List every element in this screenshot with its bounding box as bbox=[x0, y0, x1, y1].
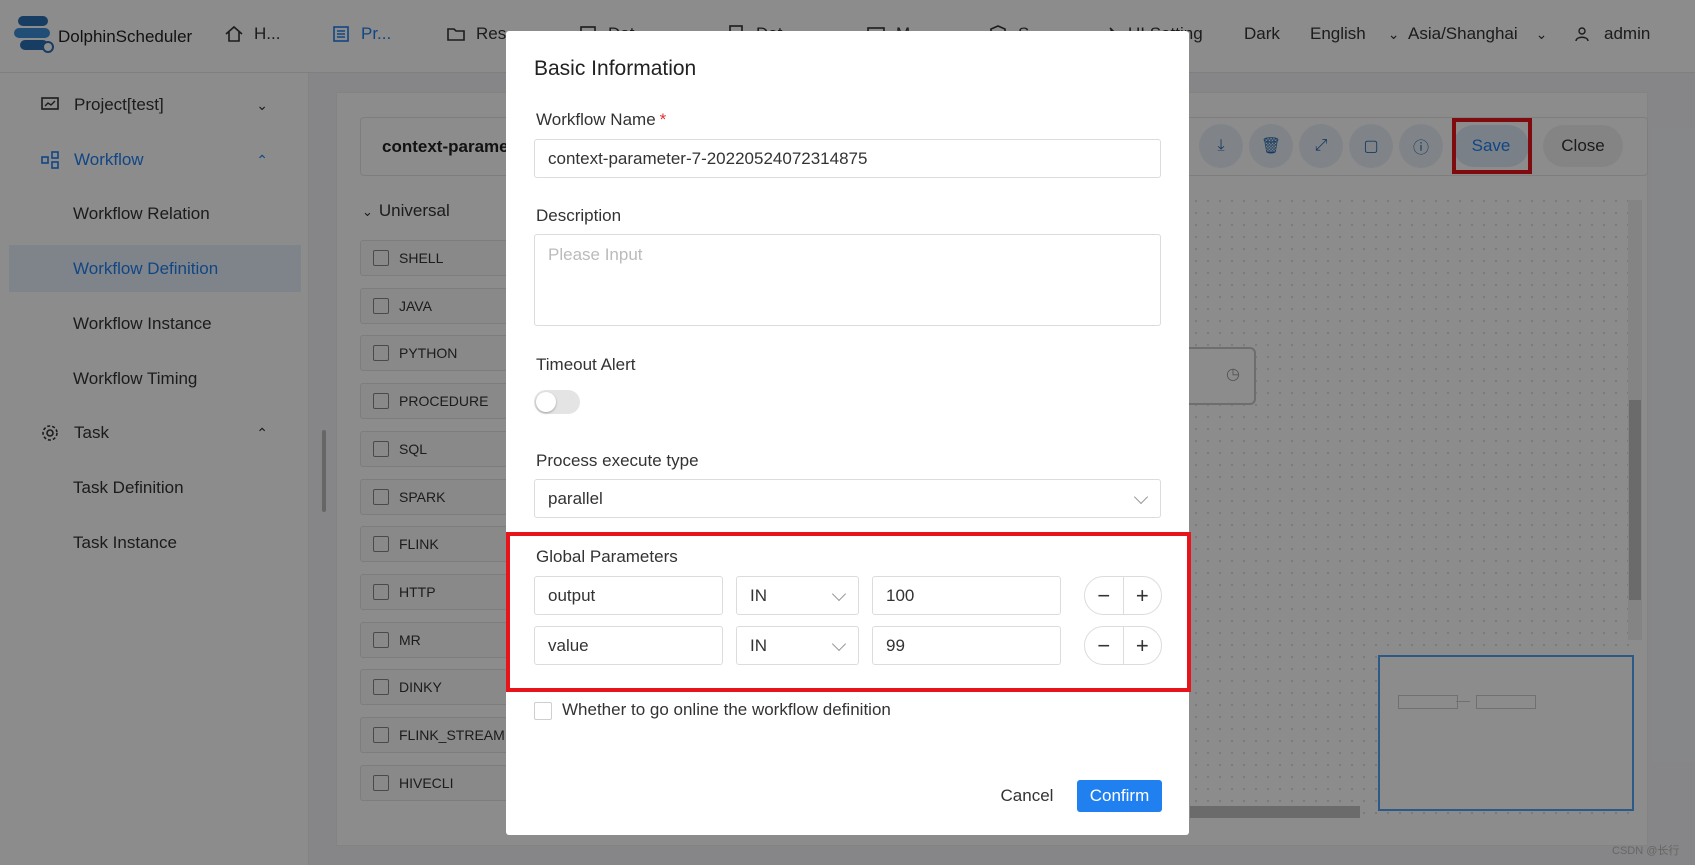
dialog-title: Basic Information bbox=[534, 57, 697, 80]
required-mark: * bbox=[659, 110, 667, 129]
go-online-label: Whether to go online the workflow defini… bbox=[562, 700, 891, 719]
workflow-name-label-text: Workflow Name bbox=[536, 110, 656, 129]
timeout-alert-label: Timeout Alert bbox=[536, 355, 636, 374]
switch-knob bbox=[536, 392, 556, 412]
confirm-button[interactable]: Confirm bbox=[1077, 780, 1162, 812]
description-input[interactable]: Please Input bbox=[534, 234, 1161, 326]
cancel-button[interactable]: Cancel bbox=[990, 780, 1064, 812]
go-online-checkbox[interactable] bbox=[534, 702, 552, 720]
description-label: Description bbox=[536, 206, 622, 225]
chevron-down-icon bbox=[1133, 489, 1149, 505]
global-params-highlight-box bbox=[506, 532, 1191, 692]
exec-type-label: Process execute type bbox=[536, 451, 699, 470]
exec-type-select[interactable]: parallel bbox=[534, 479, 1161, 518]
watermark: CSDN @长行 bbox=[1612, 845, 1680, 857]
exec-type-value: parallel bbox=[548, 488, 603, 508]
workflow-name-input[interactable]: context-parameter-7-20220524072314875 bbox=[534, 139, 1161, 178]
workflow-name-label: Workflow Name * bbox=[536, 110, 666, 130]
